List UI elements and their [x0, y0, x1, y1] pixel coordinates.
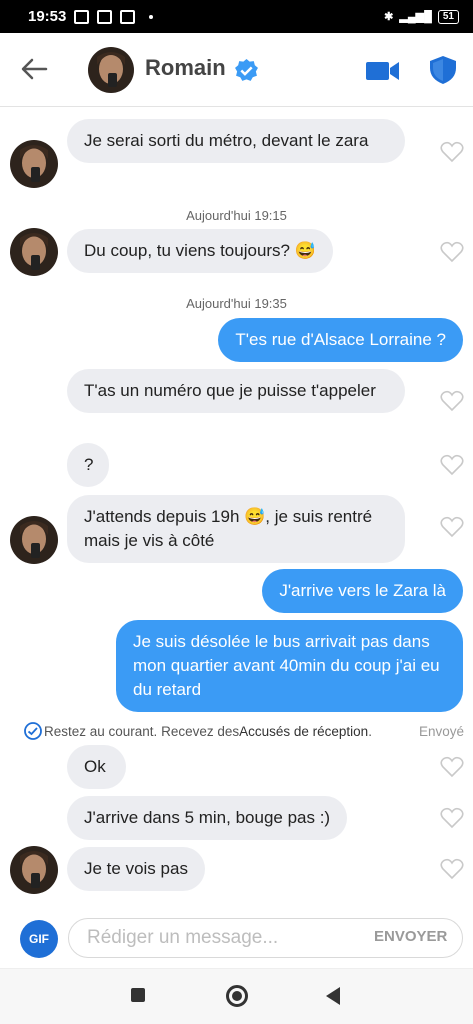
- receipts-suffix: .: [368, 723, 372, 739]
- like-heart-icon[interactable]: [440, 141, 464, 163]
- more-notifications-icon: [149, 14, 154, 19]
- recents-icon[interactable]: [131, 988, 145, 1002]
- message-bubble-incoming[interactable]: J'attends depuis 19h 😅, je suis rentré m…: [67, 495, 405, 563]
- back-arrow-icon[interactable]: [20, 57, 48, 81]
- send-button[interactable]: ENVOYER: [374, 928, 447, 945]
- video-call-icon[interactable]: [365, 59, 401, 83]
- message-bubble-outgoing[interactable]: Je suis désolée le bus arrivait pas dans…: [116, 620, 463, 712]
- gif-button[interactable]: GIF: [20, 920, 58, 958]
- message-bubble-incoming[interactable]: Je te vois pas: [67, 847, 205, 891]
- message-list[interactable]: Je serai sorti du métro, devant le zara …: [0, 108, 473, 908]
- message-bubble-incoming[interactable]: Je serai sorti du métro, devant le zara: [67, 119, 405, 163]
- contact-avatar-small[interactable]: [10, 516, 58, 564]
- sent-status: Envoyé: [418, 723, 464, 739]
- message-bubble-incoming[interactable]: Ok: [67, 745, 126, 789]
- home-icon[interactable]: [226, 985, 248, 1007]
- verified-badge-icon: [235, 59, 258, 81]
- message-bubble-outgoing[interactable]: J'arrive vers le Zara là: [262, 569, 463, 613]
- bluetooth-icon: ✱: [384, 11, 394, 23]
- like-heart-icon[interactable]: [440, 241, 464, 263]
- status-bar: 19:53 ✱ ▂▄▆█ 51: [0, 0, 473, 33]
- twitch-icon: [97, 9, 113, 24]
- receipts-link[interactable]: Accusés de réception: [239, 724, 368, 739]
- contact-avatar-small[interactable]: [10, 140, 58, 188]
- contact-avatar-small[interactable]: [10, 228, 58, 276]
- like-heart-icon[interactable]: [440, 807, 464, 829]
- receipts-prefix: Restez au courant. Recevez des: [44, 723, 240, 739]
- like-heart-icon[interactable]: [440, 858, 464, 880]
- chat-header: Romain: [0, 33, 473, 107]
- contact-avatar[interactable]: [88, 47, 134, 93]
- message-composer: GIF Rédiger un message... ENVOYER: [0, 908, 473, 968]
- message-bubble-incoming[interactable]: J'arrive dans 5 min, bouge pas :): [67, 796, 348, 840]
- contact-avatar-small[interactable]: [10, 846, 58, 894]
- chat-app-icon: [120, 9, 136, 24]
- message-bubble-incoming[interactable]: ?: [67, 443, 109, 487]
- notification-app-icon: [74, 9, 90, 24]
- timestamp-divider: Aujourd'hui 19:35: [186, 296, 287, 311]
- read-receipts-promo[interactable]: Restez au courant. Recevez des Accusés d…: [24, 721, 464, 741]
- like-heart-icon[interactable]: [440, 516, 464, 538]
- safety-shield-icon[interactable]: [429, 55, 457, 85]
- status-time: 19:53: [28, 8, 67, 25]
- message-bubble-outgoing[interactable]: T'es rue d'Alsace Lorraine ?: [218, 318, 463, 362]
- signal-icon: ▂▄▆█: [399, 11, 432, 23]
- like-heart-icon[interactable]: [440, 390, 464, 412]
- battery-icon: 51: [437, 9, 459, 24]
- like-heart-icon[interactable]: [440, 756, 464, 778]
- system-nav-bar: [0, 968, 473, 1024]
- back-triangle-icon[interactable]: [326, 987, 340, 1005]
- message-bubble-incoming[interactable]: Du coup, tu viens toujours? 😅: [67, 229, 333, 273]
- read-receipt-icon: [24, 722, 42, 740]
- timestamp-divider: Aujourd'hui 19:15: [186, 208, 287, 223]
- message-bubble-incoming[interactable]: T'as un numéro que je puisse t'appeler: [67, 369, 405, 413]
- contact-name[interactable]: Romain: [145, 55, 226, 81]
- like-heart-icon[interactable]: [440, 454, 464, 476]
